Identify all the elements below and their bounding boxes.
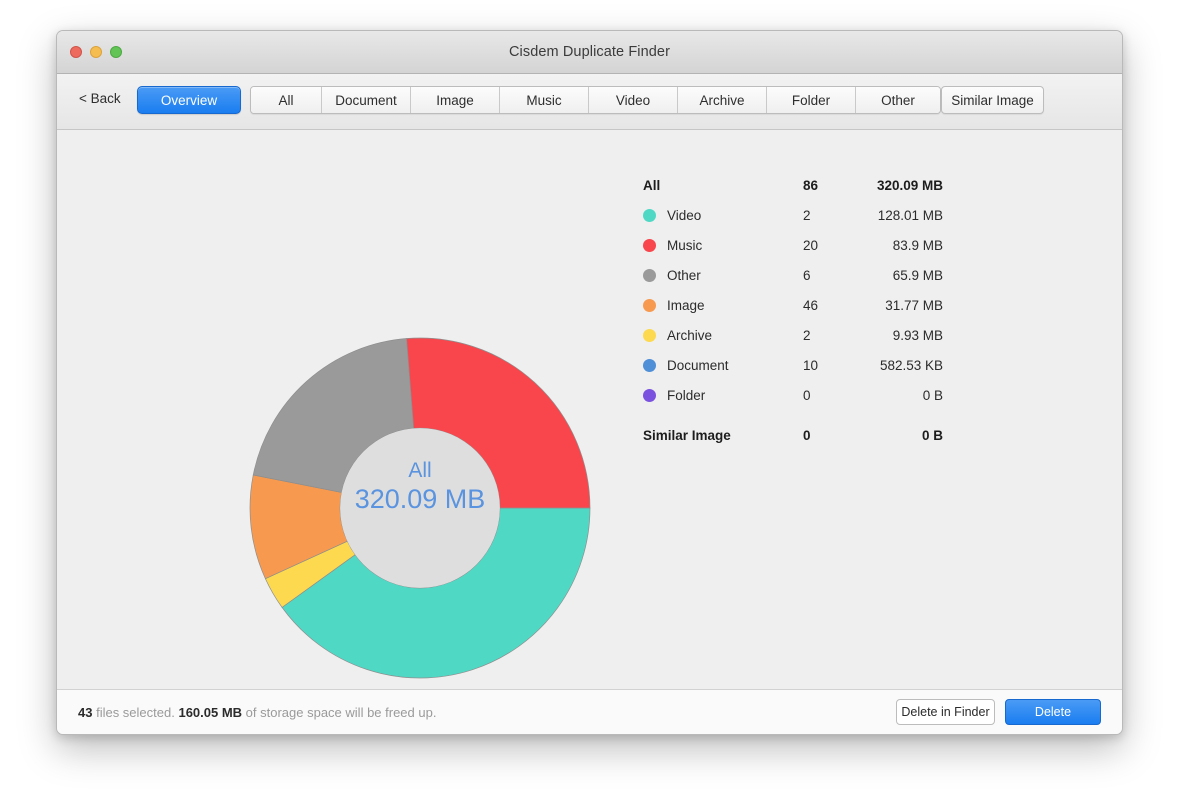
toolbar: < Back Overview AllDocumentImageMusicVid… xyxy=(57,74,1122,130)
legend-size-value: 9.93 MB xyxy=(863,328,943,343)
legend-size-value: 0 B xyxy=(863,388,943,403)
legend-color-dot-cell xyxy=(643,209,667,222)
category-legend-table: All86320.09 MBVideo2128.01 MBMusic2083.9… xyxy=(643,170,943,450)
legend-row[interactable]: Archive29.93 MB xyxy=(643,320,943,350)
legend-row[interactable]: Other665.9 MB xyxy=(643,260,943,290)
similar-image-tab[interactable]: Similar Image xyxy=(941,86,1044,114)
legend-size-value: 0 B xyxy=(863,428,943,443)
donut-center-hole xyxy=(340,428,500,588)
legend-file-count: 10 xyxy=(803,358,863,373)
legend-file-count: 0 xyxy=(803,388,863,403)
status-tail-text: of storage space will be freed up. xyxy=(242,705,436,720)
status-message: 43 files selected. 160.05 MB of storage … xyxy=(78,705,436,720)
window-title: Cisdem Duplicate Finder xyxy=(57,44,1122,60)
legend-color-dot-cell xyxy=(643,239,667,252)
overview-tab[interactable]: Overview xyxy=(137,86,241,114)
legend-file-count: 2 xyxy=(803,208,863,223)
legend-category-name: All xyxy=(643,178,803,193)
tab-folder[interactable]: Folder xyxy=(767,87,856,113)
tab-video[interactable]: Video xyxy=(589,87,678,113)
legend-color-dot-icon xyxy=(643,239,656,252)
legend-total-row[interactable]: Similar Image00 B xyxy=(643,420,943,450)
legend-row[interactable]: Folder00 B xyxy=(643,380,943,410)
legend-category-name: Other xyxy=(667,268,803,283)
storage-donut-chart: All 320.09 MB xyxy=(249,337,591,679)
legend-row[interactable]: Music2083.9 MB xyxy=(643,230,943,260)
status-mid-text: files selected. xyxy=(92,705,178,720)
legend-color-dot-icon xyxy=(643,329,656,342)
tab-other[interactable]: Other xyxy=(856,87,940,113)
bottom-status-bar: 43 files selected. 160.05 MB of storage … xyxy=(57,689,1122,734)
legend-row[interactable]: Image4631.77 MB xyxy=(643,290,943,320)
content-area: All 320.09 MB All86320.09 MBVideo2128.01… xyxy=(57,130,1122,689)
selected-file-count: 43 xyxy=(78,705,92,720)
title-bar: Cisdem Duplicate Finder xyxy=(57,31,1122,74)
legend-row[interactable]: Video2128.01 MB xyxy=(643,200,943,230)
legend-category-name: Music xyxy=(667,238,803,253)
legend-color-dot-cell xyxy=(643,299,667,312)
legend-file-count: 86 xyxy=(803,178,863,193)
legend-color-dot-cell xyxy=(643,359,667,372)
app-window: Cisdem Duplicate Finder < Back Overview … xyxy=(56,30,1123,735)
legend-file-count: 46 xyxy=(803,298,863,313)
legend-file-count: 20 xyxy=(803,238,863,253)
legend-color-dot-cell xyxy=(643,269,667,282)
legend-size-value: 65.9 MB xyxy=(863,268,943,283)
legend-category-name: Similar Image xyxy=(643,428,803,443)
tab-all[interactable]: All xyxy=(251,87,322,113)
category-segmented-control: AllDocumentImageMusicVideoArchiveFolderO… xyxy=(250,86,941,114)
legend-size-value: 31.77 MB xyxy=(863,298,943,313)
tab-document[interactable]: Document xyxy=(322,87,411,113)
freed-space-size: 160.05 MB xyxy=(178,705,242,720)
legend-color-dot-cell xyxy=(643,329,667,342)
delete-in-finder-button[interactable]: Delete in Finder xyxy=(896,699,995,725)
legend-color-dot-icon xyxy=(643,269,656,282)
action-button-group: Delete in Finder Delete xyxy=(896,699,1101,725)
legend-category-name: Image xyxy=(667,298,803,313)
legend-color-dot-cell xyxy=(643,389,667,402)
legend-size-value: 128.01 MB xyxy=(863,208,943,223)
legend-size-value: 83.9 MB xyxy=(863,238,943,253)
legend-category-name: Document xyxy=(667,358,803,373)
legend-file-count: 0 xyxy=(803,428,863,443)
delete-button[interactable]: Delete xyxy=(1005,699,1101,725)
legend-category-name: Video xyxy=(667,208,803,223)
legend-color-dot-icon xyxy=(643,209,656,222)
tab-music[interactable]: Music xyxy=(500,87,589,113)
legend-size-value: 320.09 MB xyxy=(863,178,943,193)
donut-svg xyxy=(249,337,591,679)
tab-image[interactable]: Image xyxy=(411,87,500,113)
legend-file-count: 6 xyxy=(803,268,863,283)
legend-color-dot-icon xyxy=(643,359,656,372)
legend-category-name: Archive xyxy=(667,328,803,343)
tab-archive[interactable]: Archive xyxy=(678,87,767,113)
legend-size-value: 582.53 KB xyxy=(863,358,943,373)
legend-total-row[interactable]: All86320.09 MB xyxy=(643,170,943,200)
legend-spacer xyxy=(643,410,943,420)
legend-category-name: Folder xyxy=(667,388,803,403)
legend-color-dot-icon xyxy=(643,389,656,402)
legend-row[interactable]: Document10582.53 KB xyxy=(643,350,943,380)
legend-file-count: 2 xyxy=(803,328,863,343)
back-button[interactable]: < Back xyxy=(79,91,121,106)
legend-color-dot-icon xyxy=(643,299,656,312)
